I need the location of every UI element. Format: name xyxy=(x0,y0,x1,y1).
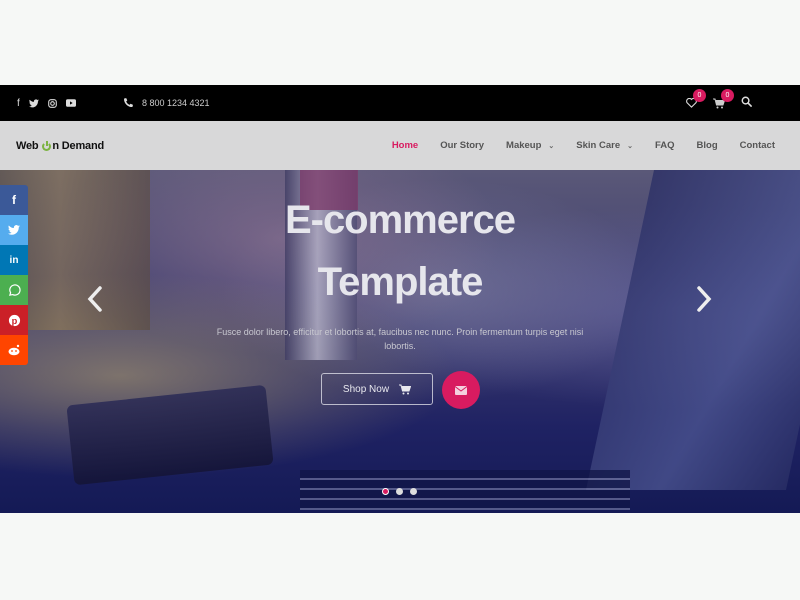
share-facebook-button[interactable]: f xyxy=(0,185,28,215)
logo[interactable]: Web n Demand xyxy=(16,140,104,152)
main-menu: Home Our Story Makeup ⌄ Skin Care ⌄ FAQ Bl… xyxy=(370,121,775,170)
nav-item-blog[interactable]: Blog xyxy=(697,140,718,151)
facebook-icon[interactable]: f xyxy=(17,98,20,109)
share-twitter-button[interactable] xyxy=(0,215,28,245)
page: f 8 800 1234 4321 0 0 Web n Demand Home … xyxy=(0,0,800,600)
twitter-icon xyxy=(8,225,20,235)
svg-text:p: p xyxy=(11,315,17,325)
slider-next-arrow[interactable] xyxy=(695,285,713,321)
slider-dot-1[interactable] xyxy=(382,488,389,495)
hero-background-image xyxy=(66,384,274,486)
phone-number: 8 800 1234 4321 xyxy=(142,98,210,108)
main-navbar: Web n Demand Home Our Story Makeup ⌄ Skin… xyxy=(0,121,800,170)
hero-title-line1: E-commerce xyxy=(284,198,516,242)
nav-label: Our Story xyxy=(440,140,485,151)
reddit-icon xyxy=(8,344,20,356)
slider-prev-arrow[interactable] xyxy=(86,285,104,321)
instagram-icon[interactable] xyxy=(47,98,57,108)
whatsapp-icon xyxy=(8,283,21,296)
pinterest-icon: p xyxy=(8,314,20,326)
slider-pagination xyxy=(382,488,417,495)
nav-label: Blog xyxy=(696,140,718,151)
nav-label: Makeup xyxy=(506,140,542,151)
logo-text-web: Web xyxy=(16,140,39,152)
nav-item-makeup[interactable]: Makeup ⌄ xyxy=(506,140,554,151)
phone-contact[interactable]: 8 800 1234 4321 xyxy=(124,85,210,121)
nav-item-faq[interactable]: FAQ xyxy=(655,140,675,151)
share-reddit-button[interactable] xyxy=(0,335,28,365)
youtube-icon[interactable] xyxy=(65,99,76,107)
phone-icon xyxy=(124,97,133,109)
hero-slider: E-commerce Template Fusce dolor libero, … xyxy=(0,170,800,513)
nav-item-contact[interactable]: Contact xyxy=(740,140,775,151)
share-whatsapp-button[interactable] xyxy=(0,275,28,305)
nav-label: FAQ xyxy=(654,140,675,151)
share-pinterest-button[interactable]: p xyxy=(0,305,28,335)
chevron-left-icon xyxy=(87,286,102,312)
nav-item-home[interactable]: Home xyxy=(392,140,418,151)
wishlist-count-badge: 0 xyxy=(693,89,706,102)
nav-item-our-story[interactable]: Our Story xyxy=(440,140,484,151)
chevron-right-icon xyxy=(697,286,712,312)
slider-dot-2[interactable] xyxy=(396,488,403,495)
chevron-down-icon: ⌄ xyxy=(627,142,633,150)
nav-label: Home xyxy=(391,140,419,151)
shop-now-button[interactable]: Shop Now xyxy=(321,373,433,405)
slider-dot-3[interactable] xyxy=(410,488,417,495)
wishlist-button[interactable]: 0 xyxy=(686,89,706,108)
shop-now-label: Shop Now xyxy=(342,383,390,395)
nav-item-skin-care[interactable]: Skin Care ⌄ xyxy=(576,140,633,151)
top-bar: f 8 800 1234 4321 0 0 xyxy=(0,85,800,121)
cart-button[interactable]: 0 xyxy=(713,88,734,109)
contact-mail-button[interactable] xyxy=(442,371,480,409)
hero-title-line2: Template xyxy=(317,260,484,304)
nav-label: Contact xyxy=(739,140,775,151)
twitter-icon[interactable] xyxy=(28,98,39,108)
top-social-links: f xyxy=(17,85,76,121)
facebook-icon: f xyxy=(12,193,16,207)
cart-count-badge: 0 xyxy=(721,88,734,102)
search-icon[interactable] xyxy=(741,94,752,112)
power-icon xyxy=(42,140,52,151)
top-actions: 0 0 xyxy=(686,85,752,121)
share-linkedin-button[interactable]: in xyxy=(0,245,28,275)
envelope-icon xyxy=(455,385,467,395)
hero-subtitle: Fusce dolor libero, efficitur et loborti… xyxy=(216,327,584,351)
cart-icon xyxy=(399,384,412,394)
hero-background-image xyxy=(300,470,630,510)
linkedin-icon: in xyxy=(9,254,19,266)
logo-text-demand: n Demand xyxy=(52,140,104,152)
chevron-down-icon: ⌄ xyxy=(548,142,555,150)
social-share-bar: f in p xyxy=(0,185,28,365)
nav-label: Skin Care xyxy=(576,140,621,151)
